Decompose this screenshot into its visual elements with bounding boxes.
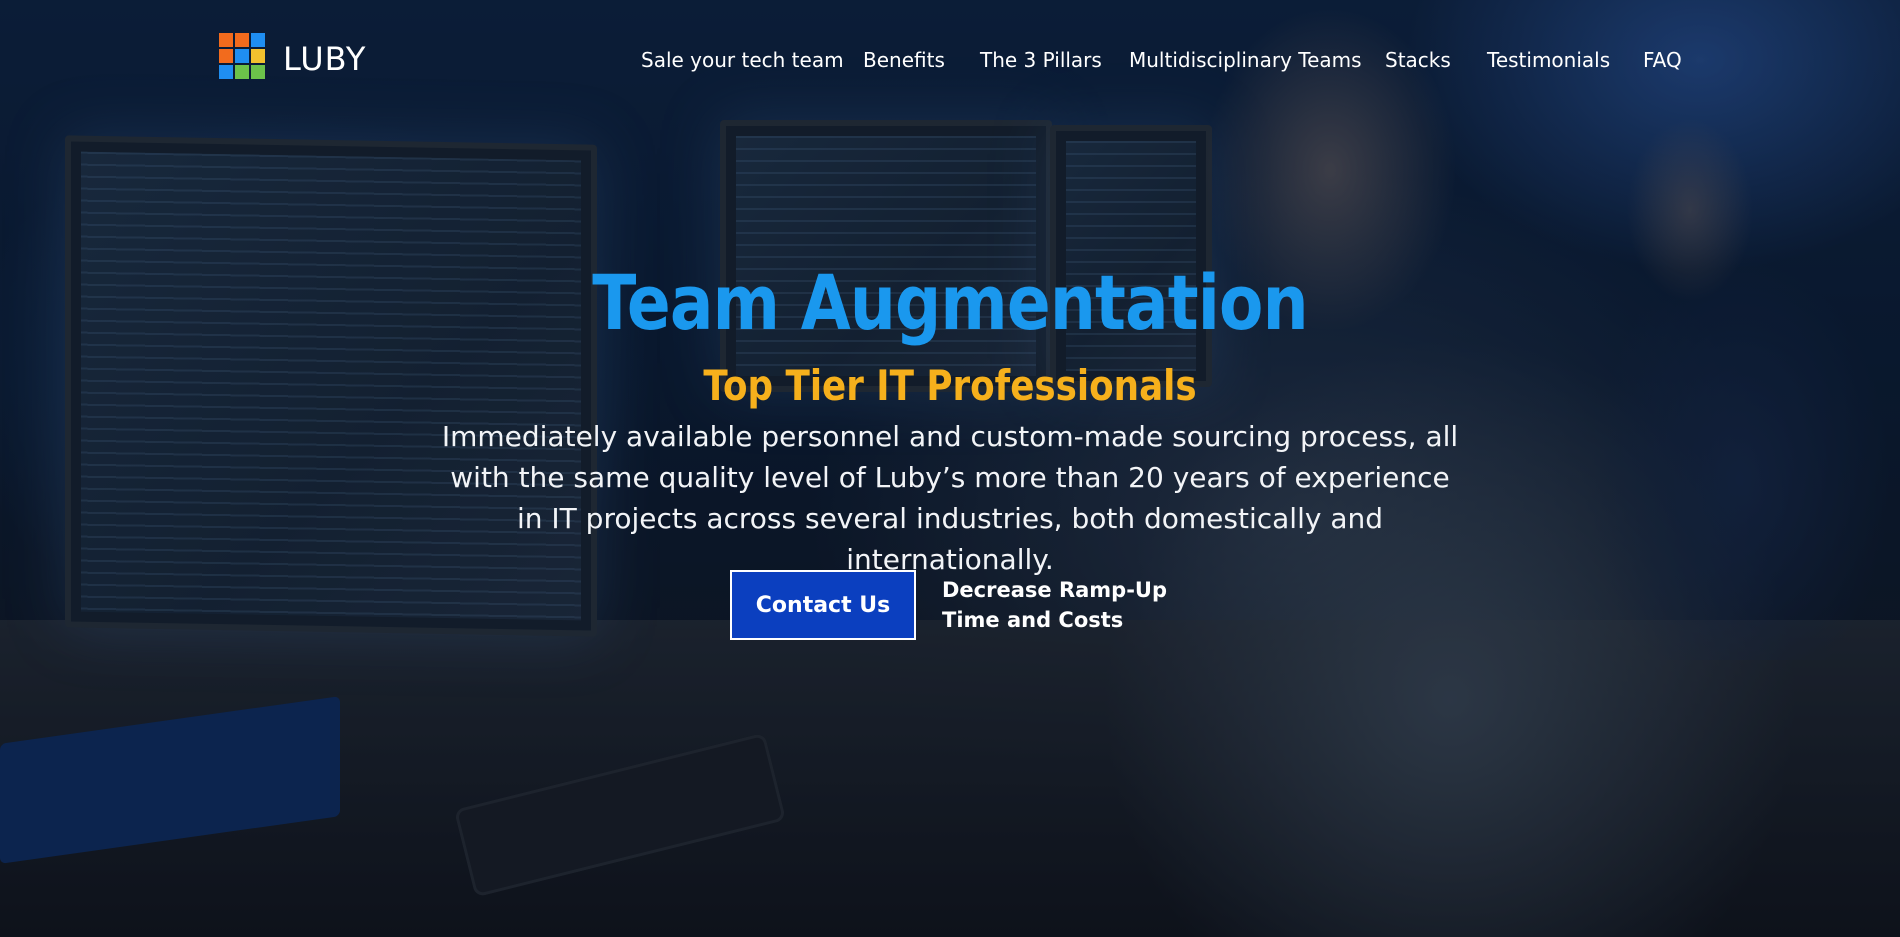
nav-item-benefits[interactable]: Benefits: [863, 47, 945, 73]
nav-item-three-pillars[interactable]: The 3 Pillars: [980, 47, 1102, 73]
nav-item-faq[interactable]: FAQ: [1643, 47, 1682, 73]
hero-subtitle: Top Tier IT Professionals: [703, 361, 1197, 410]
logo-wordmark: LUBY: [283, 40, 367, 78]
nav-item-multidisciplinary-teams[interactable]: Multidisciplinary Teams: [1129, 47, 1362, 73]
cta-row: Contact Us Decrease Ramp-Up Time and Cos…: [730, 570, 1172, 640]
contact-us-button[interactable]: Contact Us: [730, 570, 916, 640]
site-header: LUBY Sale your tech team Benefits The 3 …: [0, 0, 1900, 120]
luby-logo[interactable]: LUBY: [219, 33, 366, 85]
luby-logo-mark-icon: [219, 33, 271, 85]
nav-item-sale-your-tech-team[interactable]: Sale your tech team: [641, 47, 844, 73]
hero-title: Team Augmentation: [592, 258, 1308, 347]
nav-item-testimonials[interactable]: Testimonials: [1487, 47, 1610, 73]
nav-item-stacks[interactable]: Stacks: [1385, 47, 1451, 73]
cta-note: Decrease Ramp-Up Time and Costs: [942, 578, 1168, 632]
hero-description: Immediately available personnel and cust…: [441, 420, 1459, 576]
